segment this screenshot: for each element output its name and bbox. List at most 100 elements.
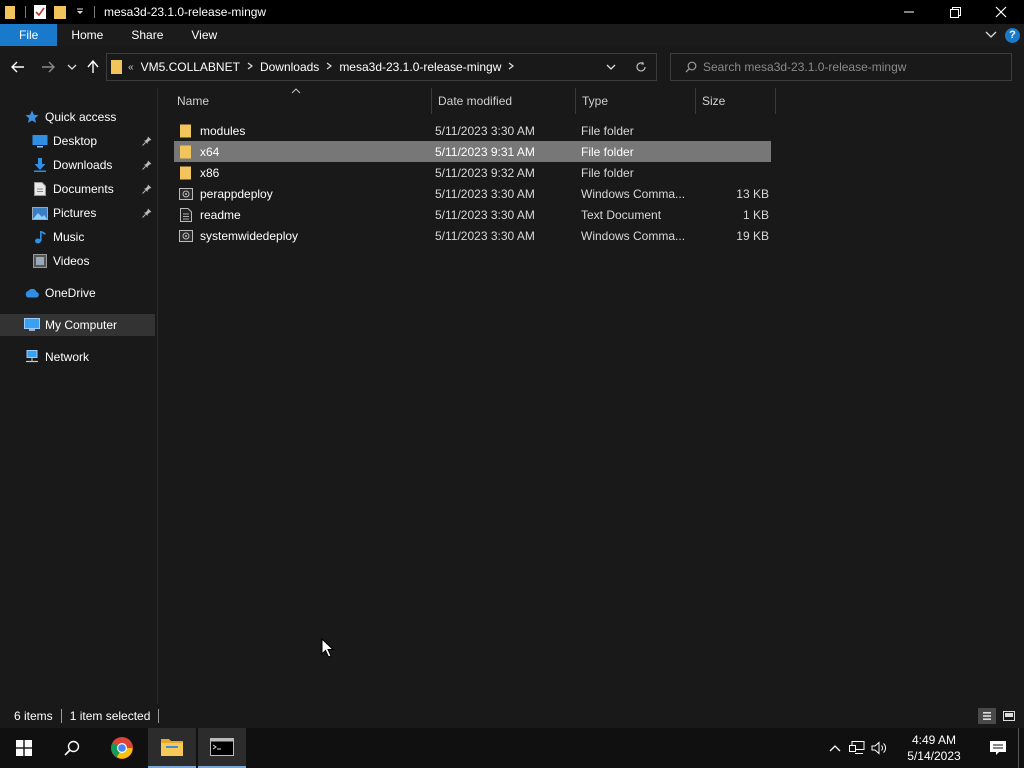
- large-icons-view-icon[interactable]: [1000, 708, 1018, 724]
- pin-icon[interactable]: [140, 158, 154, 172]
- command-prompt-button[interactable]: [198, 728, 246, 768]
- desktop-icon: [32, 133, 48, 149]
- back-button[interactable]: [8, 57, 28, 77]
- text-file-icon: [178, 207, 194, 223]
- file-row-modules[interactable]: modules 5/11/2023 3:30 AM File folder: [174, 120, 771, 141]
- show-desktop-button[interactable]: [1018, 728, 1024, 768]
- address-history-button[interactable]: [596, 54, 626, 80]
- window-controls: [886, 0, 1024, 24]
- pin-icon[interactable]: [140, 134, 154, 148]
- column-label: Name: [177, 94, 210, 108]
- tab-file[interactable]: File: [0, 24, 58, 46]
- file-row-x86[interactable]: x86 5/11/2023 9:32 AM File folder: [174, 162, 771, 183]
- breadcrumb-overflow[interactable]: «: [127, 62, 135, 73]
- nav-downloads[interactable]: Downloads: [32, 154, 154, 176]
- search-icon: [685, 61, 697, 73]
- file-type: Windows Comma...: [581, 186, 686, 201]
- chevron-right-icon[interactable]: [325, 62, 333, 73]
- up-button[interactable]: [83, 57, 103, 77]
- nav-network-label: Network: [45, 350, 90, 364]
- cloud-icon: [24, 285, 40, 301]
- network-icon: [24, 349, 40, 365]
- chrome-button[interactable]: [98, 728, 146, 768]
- forward-button[interactable]: [38, 57, 58, 77]
- file-explorer-window: mesa3d-23.1.0-release-mingw File Home Sh…: [0, 0, 1024, 768]
- file-row-readme[interactable]: readme 5/11/2023 3:30 AM Text Document 1…: [174, 204, 771, 225]
- chrome-icon: [111, 737, 133, 759]
- recent-locations-button[interactable]: [62, 57, 82, 77]
- nav-item-label: Documents: [53, 182, 114, 196]
- column-header-date[interactable]: Date modified: [432, 88, 576, 114]
- properties-icon[interactable]: [31, 2, 49, 22]
- cmd-file-icon: [178, 228, 194, 244]
- chevron-up-icon[interactable]: [824, 728, 846, 768]
- breadcrumb-item-computer[interactable]: VM5.COLLABNET: [135, 60, 246, 74]
- file-size: [694, 141, 771, 162]
- refresh-button[interactable]: [626, 54, 656, 80]
- close-button[interactable]: [978, 0, 1024, 24]
- nav-pictures[interactable]: Pictures: [32, 202, 154, 224]
- file-date: 5/11/2023 9:32 AM: [435, 165, 535, 180]
- details-view-icon[interactable]: [978, 708, 996, 724]
- column-header-name[interactable]: Name: [171, 88, 432, 114]
- folder-icon[interactable]: [2, 2, 20, 22]
- nav-desktop[interactable]: Desktop: [32, 130, 154, 152]
- file-name-cell: x64: [174, 141, 430, 162]
- folder-icon: [161, 739, 183, 756]
- file-explorer-button[interactable]: [148, 728, 196, 768]
- file-row-x64[interactable]: x64 5/11/2023 9:31 AM File folder: [174, 141, 771, 162]
- expand-ribbon-icon[interactable]: [985, 28, 997, 42]
- new-folder-icon[interactable]: [51, 2, 69, 22]
- breadcrumb-item-current-folder[interactable]: mesa3d-23.1.0-release-mingw: [333, 60, 507, 74]
- column-label: Type: [582, 94, 609, 108]
- status-bar: 6 items 1 item selected: [0, 704, 1024, 728]
- volume-icon[interactable]: [868, 728, 890, 768]
- folder-icon: [111, 59, 123, 75]
- address-bar[interactable]: « VM5.COLLABNET Downloads mesa3d-23.1.0-…: [106, 53, 657, 81]
- tab-home[interactable]: Home: [57, 24, 117, 46]
- help-icon[interactable]: ?: [1005, 27, 1020, 43]
- quick-access-toolbar: [0, 0, 98, 24]
- search-button[interactable]: [48, 728, 96, 768]
- download-icon: [32, 157, 48, 173]
- file-date: 5/11/2023 3:30 AM: [435, 207, 535, 222]
- nav-music[interactable]: Music: [32, 226, 154, 248]
- toolbar-divider: [94, 6, 95, 18]
- ribbon-right-controls: ?: [985, 24, 1020, 46]
- file-row-systemwidedeploy[interactable]: systemwidedeploy 5/11/2023 3:30 AM Windo…: [174, 225, 771, 246]
- nav-documents[interactable]: Documents: [32, 178, 154, 200]
- file-date: 5/11/2023 3:30 AM: [435, 186, 535, 201]
- clock[interactable]: 4:49 AM 5/14/2023: [890, 728, 978, 768]
- search-icon: [64, 740, 80, 756]
- nav-videos[interactable]: Videos: [32, 250, 154, 272]
- breadcrumb-item-downloads[interactable]: Downloads: [254, 60, 325, 74]
- chevron-right-icon[interactable]: [246, 62, 254, 73]
- file-name-cell: perappdeploy: [174, 183, 430, 204]
- file-type: Text Document: [581, 207, 662, 222]
- chevron-right-icon[interactable]: [507, 62, 515, 73]
- search-input[interactable]: [703, 60, 993, 74]
- column-header-type[interactable]: Type: [576, 88, 696, 114]
- file-name: systemwidedeploy: [200, 228, 299, 243]
- pin-icon[interactable]: [140, 182, 154, 196]
- nav-onedrive[interactable]: OneDrive: [24, 282, 154, 304]
- minimize-button[interactable]: [886, 0, 932, 24]
- file-list: Name Date modified Type Size modules 5/1…: [159, 88, 1024, 704]
- network-icon[interactable]: [846, 728, 868, 768]
- notifications-icon[interactable]: [978, 728, 1018, 768]
- file-row-perappdeploy[interactable]: perappdeploy 5/11/2023 3:30 AM Windows C…: [174, 183, 771, 204]
- tab-share[interactable]: Share: [117, 24, 177, 46]
- pin-icon[interactable]: [140, 206, 154, 220]
- column-header-size[interactable]: Size: [696, 88, 776, 114]
- customize-toolbar-icon[interactable]: [71, 2, 89, 22]
- column-label: Size: [702, 94, 726, 108]
- tab-view[interactable]: View: [177, 24, 231, 46]
- search-box[interactable]: [670, 53, 1012, 81]
- file-type: File folder: [581, 144, 634, 159]
- restore-button[interactable]: [932, 0, 978, 24]
- nav-network[interactable]: Network: [24, 346, 154, 368]
- nav-my-computer[interactable]: My Computer: [0, 314, 155, 336]
- start-button[interactable]: [0, 728, 48, 768]
- navigation-pane: Quick access Desktop Downloads Documents…: [0, 88, 158, 704]
- nav-quick-access[interactable]: Quick access: [24, 106, 154, 128]
